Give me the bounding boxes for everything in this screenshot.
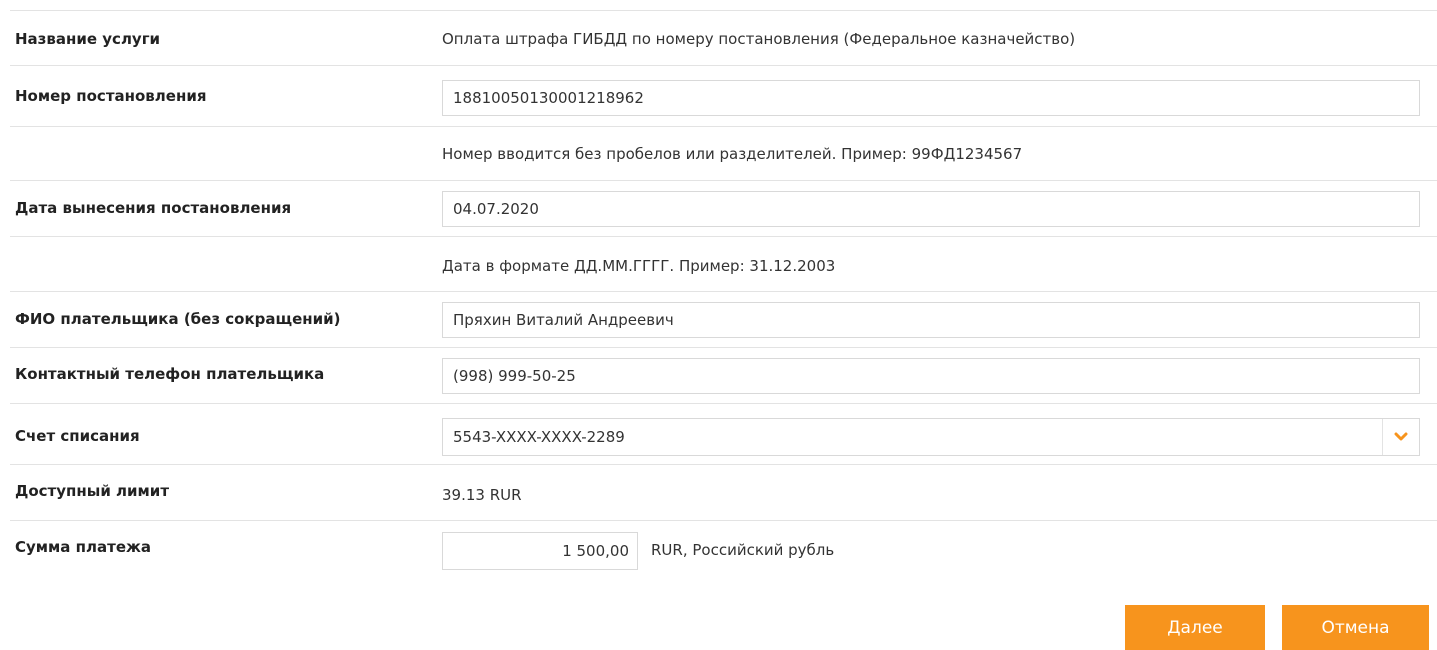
debit-account-select[interactable]: 5543-XXXX-XXXX-2289 — [442, 418, 1420, 456]
resolution-number-hint-row: Номер вводится без пробелов или разделит… — [10, 127, 1437, 181]
debit-account-selected-value: 5543-XXXX-XXXX-2289 — [453, 428, 625, 446]
payer-phone-row: Контактный телефон плательщика — [10, 348, 1437, 404]
payer-name-row: ФИО плательщика (без сокращений) — [10, 292, 1437, 348]
payment-amount-input[interactable] — [442, 532, 638, 570]
payment-amount-row: Сумма платежа RUR, Российский рубль — [10, 521, 1437, 581]
payment-currency: RUR, Российский рубль — [651, 541, 835, 559]
payment-amount-label: Сумма платежа — [15, 538, 152, 556]
resolution-number-row: Номер постановления — [10, 65, 1437, 127]
payment-form: Название услуги Оплата штрафа ГИБДД по н… — [0, 0, 1437, 650]
resolution-date-label: Дата вынесения постановления — [15, 199, 292, 217]
available-limit-value: 39.13 RUR — [442, 486, 522, 504]
resolution-number-input[interactable] — [442, 80, 1420, 116]
resolution-date-input[interactable] — [442, 191, 1420, 227]
payer-phone-label: Контактный телефон плательщика — [15, 365, 325, 383]
resolution-date-row: Дата вынесения постановления — [10, 181, 1437, 237]
service-row: Название услуги Оплата штрафа ГИБДД по н… — [10, 10, 1437, 66]
next-button[interactable]: Далее — [1125, 605, 1265, 650]
chevron-down-icon[interactable] — [1382, 419, 1419, 455]
available-limit-label: Доступный лимит — [15, 482, 170, 500]
payer-name-label: ФИО плательщика (без сокращений) — [15, 310, 341, 328]
cancel-button[interactable]: Отмена — [1282, 605, 1429, 650]
debit-account-label: Счет списания — [15, 427, 140, 445]
debit-account-row: Счет списания 5543-XXXX-XXXX-2289 — [10, 404, 1437, 465]
service-label: Название услуги — [15, 30, 161, 48]
resolution-date-hint: Дата в формате ДД.ММ.ГГГГ. Пример: 31.12… — [442, 257, 836, 275]
payer-name-input[interactable] — [442, 302, 1420, 338]
available-limit-row: Доступный лимит 39.13 RUR — [10, 465, 1437, 521]
service-value: Оплата штрафа ГИБДД по номеру постановле… — [442, 30, 1076, 48]
payer-phone-input[interactable] — [442, 358, 1420, 394]
resolution-date-hint-row: Дата в формате ДД.ММ.ГГГГ. Пример: 31.12… — [10, 237, 1437, 292]
resolution-number-label: Номер постановления — [15, 87, 207, 105]
resolution-number-hint: Номер вводится без пробелов или разделит… — [442, 145, 1023, 163]
